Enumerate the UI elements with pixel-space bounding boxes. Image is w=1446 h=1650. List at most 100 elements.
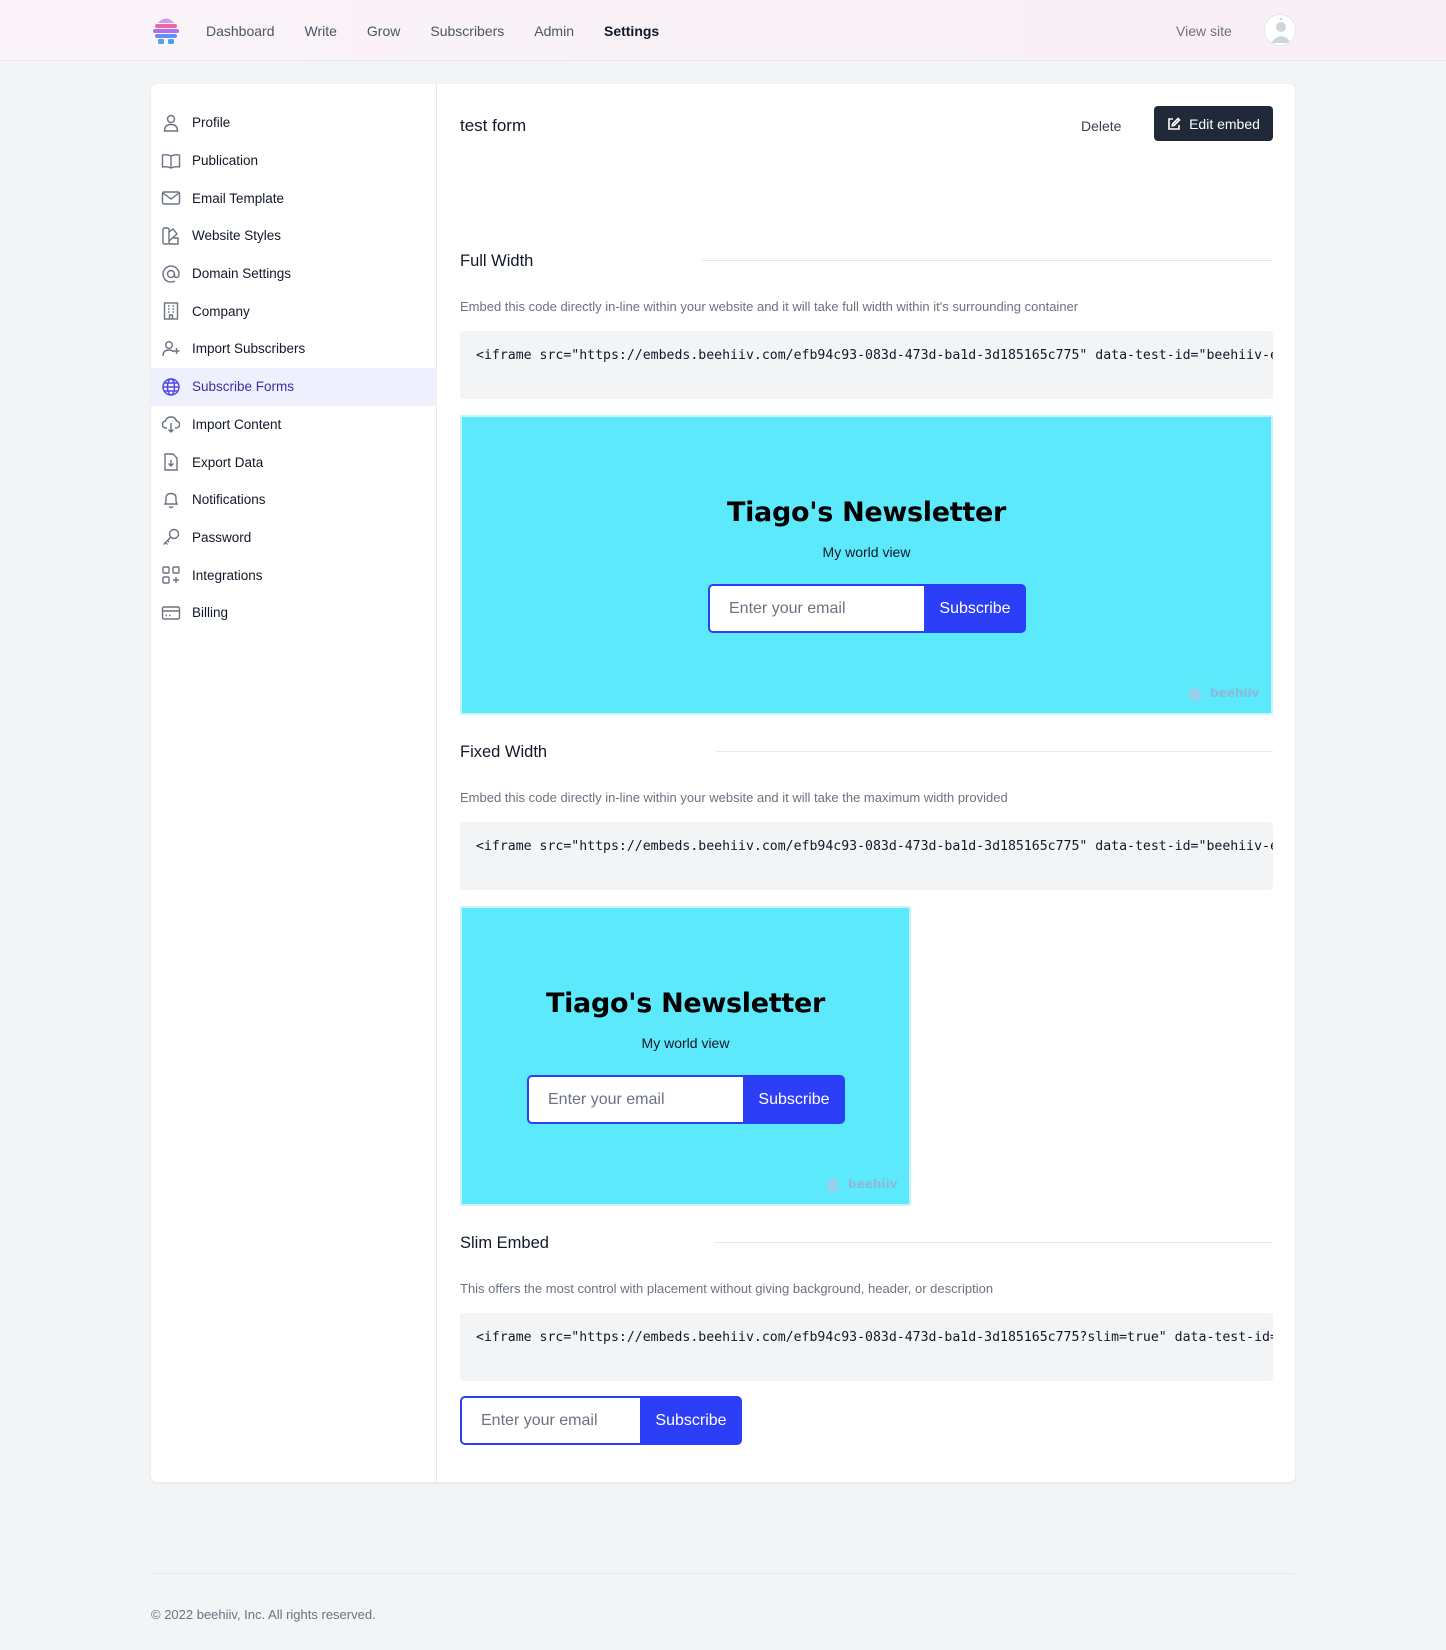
sidebar-item-label: Profile (192, 115, 231, 131)
mail-icon (160, 187, 182, 209)
section-description: Embed this code directly in-line within … (460, 790, 1008, 805)
sidebar-item-label: Export Data (192, 454, 264, 470)
sidebar-item-label: Email Template (192, 190, 285, 206)
sidebar-item-company[interactable]: Company (151, 292, 437, 330)
nav-settings[interactable]: Settings (604, 21, 659, 41)
code-text: <iframe src="https://embeds.beehiiv.com/… (476, 348, 1273, 363)
newsletter-subtitle: My world view (641, 1035, 730, 1051)
swatch-icon (160, 225, 182, 247)
sidebar-item-import-subscribers[interactable]: Import Subscribers (151, 330, 437, 368)
brand-label: beehiiv (1210, 686, 1260, 700)
sidebar-item-label: Password (192, 529, 252, 545)
edit-embed-label: Edit embed (1189, 115, 1260, 132)
edit-embed-button[interactable]: Edit embed (1154, 106, 1273, 141)
brand-label: beehiiv (848, 1177, 898, 1191)
sidebar-item-subscribe-forms[interactable]: Subscribe Forms (151, 367, 437, 406)
subscribe-button[interactable]: Subscribe (924, 584, 1026, 633)
beehiiv-logo-icon (827, 1178, 839, 1192)
subscribe-form: Enter your email Subscribe (527, 1075, 845, 1124)
section-description: Embed this code directly in-line within … (460, 299, 1079, 314)
nav-admin[interactable]: Admin (534, 21, 574, 41)
slim-subscribe-form: Enter your email Subscribe (460, 1396, 742, 1445)
page-title: test form (460, 116, 527, 135)
nav-grow[interactable]: Grow (367, 21, 400, 41)
sidebar-item-domain-settings[interactable]: Domain Settings (151, 255, 437, 293)
file-download-icon (160, 451, 182, 473)
globe-icon (160, 376, 182, 398)
beehiiv-logo[interactable] (150, 15, 182, 45)
subscribe-form: Enter your email Subscribe (708, 584, 1026, 633)
key-icon (160, 526, 182, 548)
code-text: <iframe src="https://embeds.beehiiv.com/… (476, 1330, 1273, 1345)
embed-code-slim[interactable]: <iframe src="https://embeds.beehiiv.com/… (460, 1313, 1273, 1381)
sidebar-item-label: Domain Settings (192, 266, 292, 282)
cloud-download-icon (160, 413, 182, 435)
section-divider (714, 1242, 1273, 1243)
code-text: <iframe src="https://embeds.beehiiv.com/… (476, 839, 1273, 854)
user-avatar-icon (1271, 17, 1291, 43)
section-heading-fixed-width: Fixed Width (460, 743, 548, 761)
sidebar-item-import-content[interactable]: Import Content (151, 406, 437, 444)
sidebar-item-email-template[interactable]: Email Template (151, 179, 437, 217)
sidebar-item-label: Billing (192, 605, 229, 621)
bell-icon (160, 489, 182, 511)
subscribe-button[interactable]: Subscribe (640, 1396, 742, 1445)
section-divider (702, 260, 1273, 261)
section-heading-slim-embed: Slim Embed (460, 1234, 549, 1252)
sidebar-item-label: Subscribe Forms (192, 379, 295, 395)
user-plus-icon (160, 338, 182, 360)
nav-dashboard[interactable]: Dashboard (206, 21, 275, 41)
sidebar-item-integrations[interactable]: Integrations (151, 556, 437, 594)
credit-card-icon (160, 602, 182, 624)
beehiiv-badge[interactable]: beehiiv (1187, 685, 1259, 701)
sidebar-item-label: Publication (192, 153, 259, 169)
sidebar-item-label: Integrations (192, 567, 263, 583)
top-navbar: Dashboard Write Grow Subscribers Admin S… (0, 0, 1446, 61)
sidebar-item-export-data[interactable]: Export Data (151, 443, 437, 481)
nav-write[interactable]: Write (305, 21, 337, 41)
edit-icon (1168, 116, 1181, 130)
settings-sidebar: Profile Publication Email Template Websi… (151, 84, 437, 1482)
settings-card: Profile Publication Email Template Websi… (151, 84, 1295, 1482)
sidebar-item-password[interactable]: Password (151, 519, 437, 557)
sidebar-item-profile[interactable]: Profile (151, 104, 437, 142)
form-detail: test form Delete Edit embed Full Width E… (437, 84, 1295, 1482)
section-divider (716, 751, 1273, 752)
grid-plus-icon (160, 564, 182, 586)
sidebar-item-billing[interactable]: Billing (151, 594, 437, 632)
main-nav: Dashboard Write Grow Subscribers Admin S… (206, 21, 689, 41)
footer-divider (151, 1573, 1295, 1574)
sidebar-item-label: Website Styles (192, 228, 282, 244)
sidebar-item-notifications[interactable]: Notifications (151, 481, 437, 519)
sidebar-item-label: Import Content (192, 416, 282, 432)
preview-full-width: Tiago's Newsletter My world view Enter y… (460, 415, 1273, 715)
sidebar-item-publication[interactable]: Publication (151, 142, 437, 180)
embed-code-fixed-width[interactable]: <iframe src="https://embeds.beehiiv.com/… (460, 822, 1273, 890)
beehiiv-badge[interactable]: beehiiv (825, 1176, 897, 1192)
sidebar-item-website-styles[interactable]: Website Styles (151, 217, 437, 255)
avatar[interactable] (1264, 14, 1296, 46)
newsletter-title: Tiago's Newsletter (545, 988, 826, 1019)
user-icon (160, 112, 182, 134)
subscribe-button[interactable]: Subscribe (743, 1075, 845, 1124)
email-input[interactable]: Enter your email (708, 584, 924, 633)
building-icon (160, 300, 182, 322)
email-input[interactable]: Enter your email (460, 1396, 640, 1445)
nav-subscribers[interactable]: Subscribers (430, 21, 504, 41)
view-site-link[interactable]: View site (1176, 21, 1232, 41)
book-icon (160, 150, 182, 172)
sidebar-item-label: Import Subscribers (192, 341, 306, 357)
newsletter-subtitle: My world view (822, 544, 911, 560)
beehiiv-logo-icon (1189, 687, 1201, 701)
delete-button[interactable]: Delete (1081, 116, 1121, 136)
section-heading-full-width: Full Width (460, 252, 534, 270)
embed-code-full-width[interactable]: <iframe src="https://embeds.beehiiv.com/… (460, 331, 1273, 399)
at-sign-icon (160, 263, 182, 285)
footer-copyright: © 2022 beehiiv, Inc. All rights reserved… (151, 1607, 376, 1622)
newsletter-title: Tiago's Newsletter (726, 497, 1007, 528)
sidebar-item-label: Notifications (192, 492, 266, 508)
email-input[interactable]: Enter your email (527, 1075, 743, 1124)
preview-fixed-width: Tiago's Newsletter My world view Enter y… (460, 906, 911, 1206)
section-description: This offers the most control with placem… (460, 1281, 994, 1296)
sidebar-item-label: Company (192, 303, 250, 319)
